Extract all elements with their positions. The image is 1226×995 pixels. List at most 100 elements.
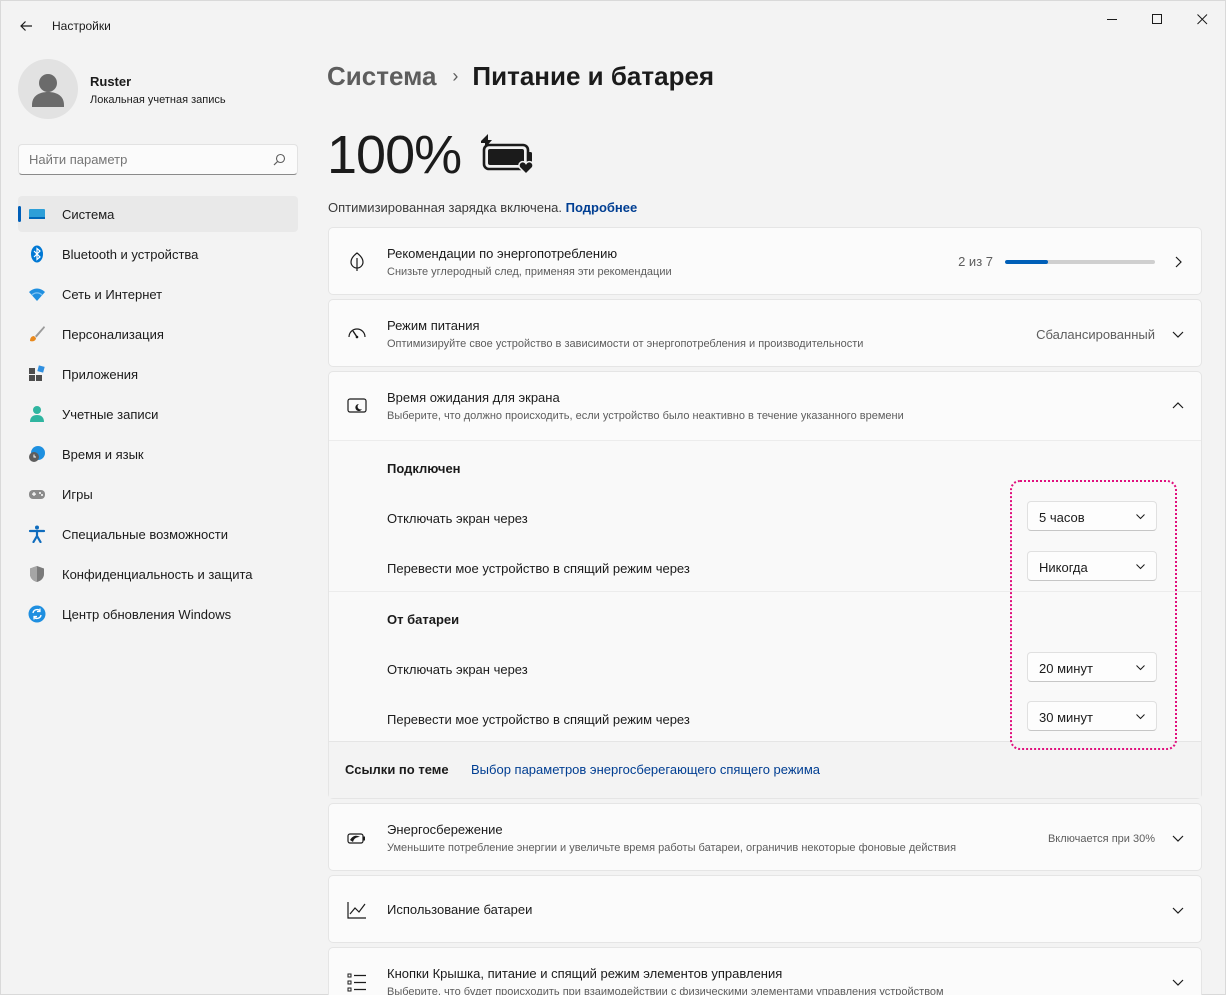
sidebar-item-system[interactable]: Система [18, 196, 298, 232]
close-button[interactable] [1179, 1, 1225, 37]
dropdown-value: Никогда [1039, 560, 1088, 575]
card-title: Энергосбережение [387, 822, 503, 837]
search-input[interactable] [29, 152, 259, 167]
dropdown-value: 5 часов [1039, 510, 1085, 525]
sidebar-item-windows-update[interactable]: Центр обновления Windows [18, 596, 298, 632]
chevron-down-icon [1136, 665, 1145, 671]
sidebar-item-accessibility[interactable]: Специальные возможности [18, 516, 298, 552]
battery-percent: 100% [327, 125, 462, 185]
card-title: Использование батареи [387, 902, 533, 917]
sidebar-item-label: Bluetooth и устройства [62, 246, 199, 262]
progress-text: 2 из 7 [958, 254, 993, 269]
related-links: Ссылки по теме Выбор параметров энергосб… [329, 741, 1201, 798]
plugged-sleep-label: Перевести мое устройство в спящий режим … [387, 561, 690, 576]
related-links-label: Ссылки по теме [345, 762, 449, 777]
power-mode-value: Сбалансированный [1036, 327, 1155, 342]
user-profile[interactable]: Ruster Локальная учетная запись [18, 59, 298, 121]
minimize-icon [1106, 18, 1117, 20]
screen-timeout-header[interactable]: Время ожидания для экрана Выберите, что … [329, 372, 1201, 440]
apps-icon [29, 365, 45, 381]
lid-power-buttons-card[interactable]: Кнопки Крышка, питание и спящий режим эл… [328, 947, 1202, 995]
card-subtitle: Уменьшите потребление энергии и увеличьт… [387, 842, 957, 854]
settings-window: Настройки Ruster Локальная учетная запис… [0, 0, 1226, 995]
list-settings-icon [347, 973, 366, 992]
optimized-charging-label: Оптимизированная зарядка включена. [328, 200, 563, 215]
system-icon [29, 209, 45, 219]
battery-heart-icon [481, 134, 534, 176]
progress-fill [1005, 259, 1048, 264]
plugged-sleep-dropdown[interactable]: Никогда [1027, 551, 1157, 581]
brush-icon [30, 326, 45, 342]
user-name: Ruster [90, 74, 132, 89]
chevron-down-icon [1172, 907, 1184, 914]
chevron-down-icon [1172, 835, 1184, 842]
close-icon [1196, 13, 1207, 24]
avatar [18, 59, 78, 119]
sidebar-nav: Система Bluetooth и устройства Сеть и Ин… [18, 196, 298, 636]
recommendations-progress: 2 из 7 [958, 254, 1155, 269]
sidebar-item-accounts[interactable]: Учетные записи [18, 396, 298, 432]
chevron-right-icon [1175, 256, 1182, 268]
chevron-down-icon [1136, 714, 1145, 720]
energy-saver-value: Включается при 30% [1047, 833, 1155, 845]
energy-recommendations-card[interactable]: Рекомендации по энергопотреблению Снизьт… [328, 227, 1202, 295]
user-avatar-icon [32, 74, 64, 107]
card-title: Кнопки Крышка, питание и спящий режим эл… [387, 966, 783, 981]
breadcrumb-separator: › [452, 66, 459, 86]
energy-saver-card[interactable]: Энергосбережение Уменьшите потребление э… [328, 803, 1202, 871]
battery-screen-off-label: Отключать экран через [387, 662, 528, 677]
account-type: Локальная учетная запись [90, 94, 226, 106]
back-arrow-icon [20, 21, 32, 31]
sidebar-item-label: Персонализация [62, 326, 164, 342]
chevron-down-icon [1136, 514, 1145, 520]
section-divider [329, 591, 1201, 592]
wifi-icon [29, 288, 45, 301]
sidebar-item-time-language[interactable]: Время и язык [18, 436, 298, 472]
optimized-charging-text: Оптимизированная зарядка включена. Подро… [328, 200, 637, 215]
battery-saver-icon [347, 833, 365, 844]
back-button[interactable] [15, 15, 37, 37]
sidebar-item-label: Игры [62, 486, 93, 502]
update-icon [28, 605, 46, 623]
sidebar-item-network[interactable]: Сеть и Интернет [18, 276, 298, 312]
breadcrumb: Система › Питание и батарея [327, 61, 714, 92]
battery-sleep-dropdown[interactable]: 30 минут [1027, 701, 1157, 731]
sidebar-item-apps[interactable]: Приложения [18, 356, 298, 392]
dropdown-value: 20 минут [1039, 661, 1093, 676]
sidebar-item-privacy[interactable]: Конфиденциальность и защита [18, 556, 298, 592]
card-subtitle: Снизьте углеродный след, применяя эти ре… [387, 266, 672, 278]
battery-screen-off-dropdown[interactable]: 20 минут [1027, 652, 1157, 682]
card-title: Режим питания [387, 318, 480, 333]
sidebar-item-label: Система [62, 206, 115, 222]
sidebar-item-label: Центр обновления Windows [62, 606, 232, 622]
plugged-screen-off-label: Отключать экран через [387, 511, 528, 526]
card-title: Рекомендации по энергопотреблению [387, 246, 618, 261]
progress-track [1005, 259, 1155, 264]
chevron-down-icon [1172, 979, 1184, 986]
sleep-settings-link[interactable]: Выбор параметров энергосберегающего спящ… [471, 762, 820, 777]
card-subtitle: Оптимизируйте свое устройство в зависимо… [387, 338, 864, 350]
accessibility-icon [28, 525, 46, 543]
battery-sleep-label: Перевести мое устройство в спящий режим … [387, 712, 690, 727]
chevron-up-icon [1172, 402, 1184, 409]
plugged-screen-off-dropdown[interactable]: 5 часов [1027, 501, 1157, 531]
sidebar-item-label: Время и язык [62, 446, 144, 462]
card-subtitle: Выберите, что должно происходить, если у… [387, 410, 904, 422]
plugged-in-heading: Подключен [387, 461, 461, 476]
screen-sleep-icon [347, 398, 367, 413]
sidebar-item-bluetooth[interactable]: Bluetooth и устройства [18, 236, 298, 272]
line-chart-icon [347, 902, 366, 919]
power-mode-card[interactable]: Режим питания Оптимизируйте свое устройс… [328, 299, 1202, 367]
battery-usage-card[interactable]: Использование батареи [328, 875, 1202, 943]
on-battery-heading: От батареи [387, 612, 460, 627]
breadcrumb-parent[interactable]: Система [327, 61, 436, 92]
sidebar-item-gaming[interactable]: Игры [18, 476, 298, 512]
screen-timeout-settings: Подключен Отключать экран через 5 часов … [329, 440, 1201, 741]
minimize-button[interactable] [1089, 1, 1135, 37]
learn-more-link[interactable]: Подробнее [566, 200, 638, 215]
search-box[interactable] [18, 144, 298, 175]
sidebar-item-personalization[interactable]: Персонализация [18, 316, 298, 352]
title-bar: Настройки [1, 1, 1225, 49]
chevron-down-icon [1172, 331, 1184, 338]
maximize-button[interactable] [1134, 1, 1180, 37]
